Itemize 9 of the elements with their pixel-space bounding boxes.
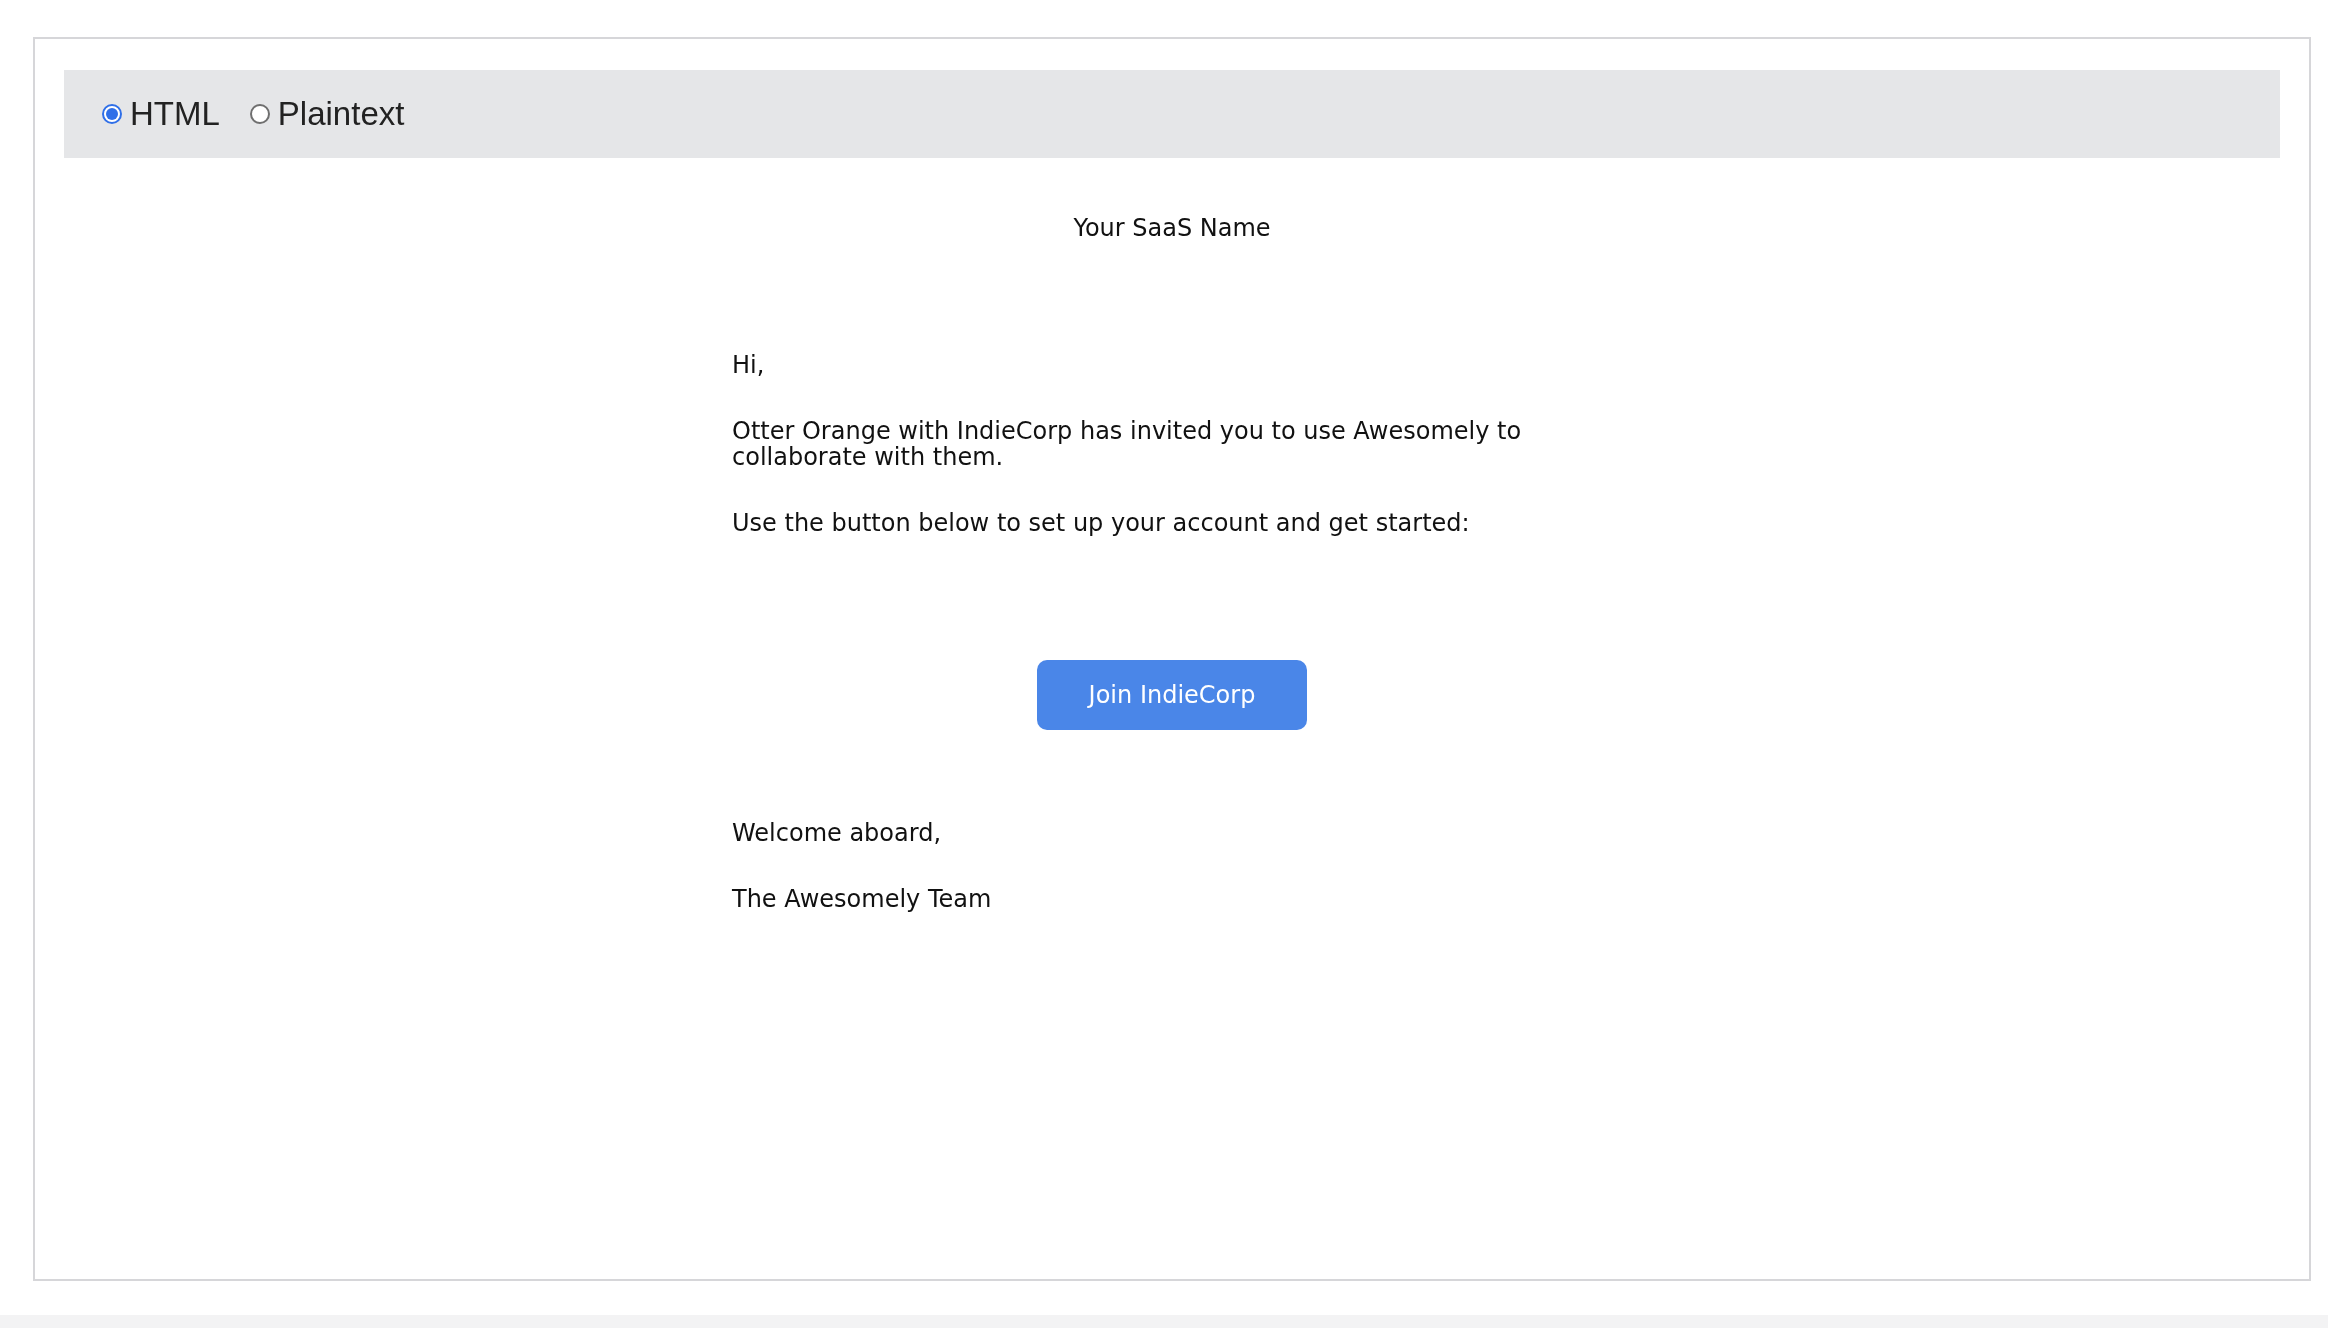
body-paragraph: Use the button below to set up your account and get started:: [732, 510, 1471, 536]
join-button[interactable]: Join IndieCorp: [1037, 660, 1307, 730]
radio-label[interactable]: HTML: [130, 95, 220, 133]
closing-text: The Awesomely Team: [732, 886, 993, 912]
greeting-text: Hi,: [732, 352, 766, 378]
closing-text: Welcome aboard,: [732, 820, 943, 846]
radio-label[interactable]: Plaintext: [277, 95, 405, 133]
body-paragraph: Otter Orange with IndieCorp has invited you to use Awesomely to collaborate with them.: [732, 418, 1523, 470]
brand-name: Your SaaS Name: [1073, 214, 1271, 242]
